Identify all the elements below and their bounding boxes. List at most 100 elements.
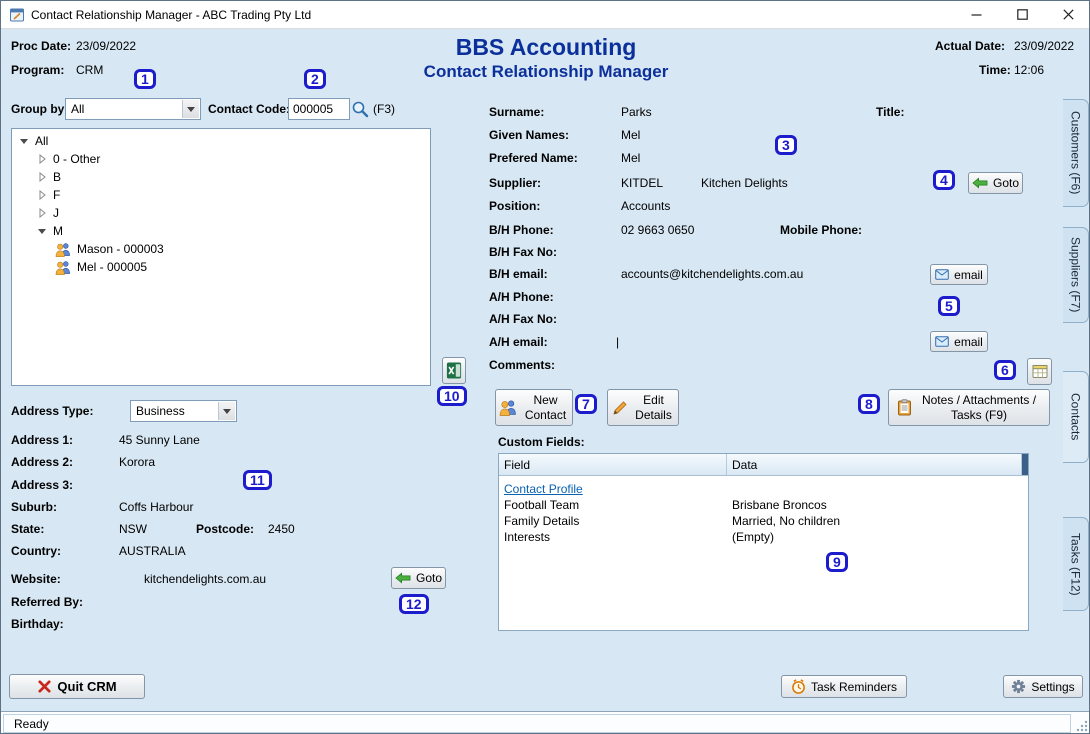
minimize-button[interactable] [953,1,999,28]
email-icon [935,269,949,280]
bh-fax-label: B/H Fax No: [489,245,557,259]
website-label: Website: [11,572,61,586]
tree-item-b[interactable]: B [12,168,430,186]
program-label: Program: [11,63,64,77]
supplier-goto-button[interactable]: Goto [968,172,1023,194]
proc-date-label: Proc Date: [11,39,71,53]
birthday-label: Birthday: [11,617,64,631]
tree-item-mason[interactable]: Mason - 000003 [12,240,430,258]
expand-icon[interactable] [37,154,47,164]
edit-details-button[interactable]: Edit Details [607,389,679,426]
email-icon [935,336,949,347]
tab-suppliers-f7[interactable]: Suppliers (F7) [1063,227,1089,323]
bh-email-button[interactable]: email [930,264,988,285]
chevron-down-icon[interactable] [182,100,199,118]
contact-code-input[interactable] [288,98,350,120]
table-row[interactable]: Football Team Brisbane Broncos [499,497,1028,513]
tree-item-label: Mel - 000005 [77,260,147,274]
callout-4: 4 [933,170,955,190]
tree-item-other[interactable]: 0 - Other [12,150,430,168]
custom-fields-table[interactable]: Field Data Contact Profile Football Team… [498,453,1029,631]
table-row[interactable]: Family Details Married, No children [499,513,1028,529]
tree-item-m[interactable]: M [12,222,430,240]
custom-field-data: (Empty) [727,530,1028,544]
surname-value: Parks [621,105,652,119]
tree-item-mel[interactable]: Mel - 000005 [12,258,430,276]
new-contact-button[interactable]: New Contact [495,389,573,426]
grid-table-icon [1032,364,1048,379]
collapse-icon[interactable] [37,226,47,236]
contact-people-icon [55,242,71,257]
tab-label: Contacts [1069,393,1083,440]
settings-button[interactable]: Settings [1003,675,1083,698]
new-contact-people-icon [499,399,517,416]
address-type-select[interactable]: Business [130,400,237,422]
website-goto-button[interactable]: Goto [391,567,446,589]
group-by-label: Group by: [11,102,68,116]
expand-icon[interactable] [37,172,47,182]
contact-code-label: Contact Code: [208,102,290,116]
actual-date-label: Actual Date: [935,39,1005,53]
table-row[interactable]: Contact Profile [499,481,1028,497]
tree-item-label: B [53,170,61,184]
position-label: Position: [489,199,540,213]
callout-9: 9 [826,552,848,572]
edit-details-label: Edit Details [633,393,675,423]
tab-label: Customers (F6) [1069,111,1083,194]
ah-email-button[interactable]: email [930,331,988,352]
status-bar: Ready [1,711,1090,734]
quit-crm-button[interactable]: Quit CRM [9,674,145,699]
tab-customers-f6[interactable]: Customers (F6) [1063,99,1089,207]
callout-5: 5 [938,296,960,316]
close-button[interactable] [1045,1,1090,28]
custom-fields-title: Custom Fields: [498,435,585,449]
position-value: Accounts [621,199,670,213]
expand-icon[interactable] [37,208,47,218]
chevron-down-icon[interactable] [218,402,235,420]
contact-code-hint: (F3) [373,102,395,116]
tree-item-f[interactable]: F [12,186,430,204]
actual-date-value: 23/09/2022 [1014,39,1074,53]
email-label: email [954,335,983,349]
comments-label: Comments: [489,358,555,372]
custom-field-name: Interests [499,530,727,544]
search-icon[interactable] [351,100,369,123]
callout-11: 11 [243,470,272,490]
collapse-icon[interactable] [19,136,29,146]
custom-field-name: Football Team [499,498,727,512]
custom-field-name[interactable]: Contact Profile [499,482,727,496]
column-header-field[interactable]: Field [499,454,727,475]
address1-label: Address 1: [11,433,73,447]
excel-icon [446,361,462,380]
comments-grid-button[interactable] [1027,358,1052,385]
custom-field-data: Married, No children [727,514,1028,528]
address1-value: 45 Sunny Lane [119,433,200,447]
callout-10: 10 [437,386,467,406]
expand-icon[interactable] [37,190,47,200]
resize-grip-icon[interactable] [1076,720,1088,732]
contact-tree[interactable]: All 0 - Other B F J M [11,128,431,386]
suburb-label: Suburb: [11,500,57,514]
tab-contacts[interactable]: Contacts [1063,371,1089,463]
tree-item-all[interactable]: All [12,132,430,150]
group-by-select[interactable]: All [65,98,201,120]
tree-item-label: M [53,224,63,238]
maximize-button[interactable] [999,1,1045,28]
table-row[interactable]: Interests (Empty) [499,529,1028,545]
tab-tasks-f12[interactable]: Tasks (F12) [1063,517,1089,611]
close-icon [1063,9,1074,20]
export-excel-button[interactable] [442,357,466,384]
group-by-value: All [71,102,84,116]
notes-button-label: Notes / Attachments / Tasks (F9) [917,393,1041,423]
notes-attachments-tasks-button[interactable]: Notes / Attachments / Tasks (F9) [888,389,1050,426]
column-header-data[interactable]: Data [727,454,1022,475]
tree-item-j[interactable]: J [12,204,430,222]
address2-label: Address 2: [11,455,73,469]
program-value: CRM [76,63,103,77]
goto-label: Goto [993,176,1019,190]
custom-field-name: Family Details [499,514,727,528]
country-value: AUSTRALIA [119,544,186,558]
task-reminders-button[interactable]: Task Reminders [781,675,907,698]
prefered-name-label: Prefered Name: [489,151,578,165]
red-x-icon [37,679,52,694]
